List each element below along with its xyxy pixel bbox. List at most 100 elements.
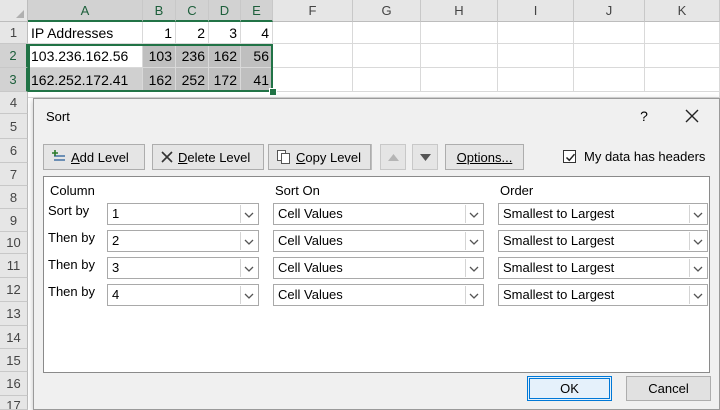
column-select[interactable]: 1	[107, 203, 259, 225]
sort-on-select[interactable]: Cell Values	[273, 284, 484, 306]
dropdown-button[interactable]	[689, 259, 706, 277]
row-header-11[interactable]: 11	[0, 254, 28, 278]
row-header-12[interactable]: 12	[0, 278, 28, 302]
grid-cell[interactable]	[273, 44, 353, 68]
column-header-c[interactable]: C	[176, 0, 209, 22]
column-header-g[interactable]: G	[353, 0, 421, 22]
options-button[interactable]: Options...	[445, 144, 524, 170]
row-header-17[interactable]: 17	[0, 396, 28, 410]
grid-cell[interactable]	[498, 22, 574, 44]
order-select-value: Smallest to Largest	[503, 206, 615, 221]
column-header-e[interactable]: E	[241, 0, 273, 22]
order-select[interactable]: Smallest to Largest	[498, 230, 708, 252]
grid-cell[interactable]	[273, 22, 353, 44]
cell-c1[interactable]: 2	[176, 22, 209, 44]
grid-cell[interactable]	[645, 44, 720, 68]
row-header-2[interactable]: 2	[0, 44, 28, 68]
cell-b3[interactable]: 162	[143, 68, 176, 92]
column-header-f[interactable]: F	[273, 0, 353, 22]
cell-b2[interactable]: 103	[143, 44, 176, 68]
row-header-15[interactable]: 15	[0, 349, 28, 372]
ok-button[interactable]: OK	[527, 376, 612, 401]
row-header-13[interactable]: 13	[0, 302, 28, 326]
grid-cell[interactable]	[498, 44, 574, 68]
dropdown-button[interactable]	[240, 286, 257, 304]
dropdown-button[interactable]	[689, 286, 706, 304]
cell-d1[interactable]: 3	[209, 22, 241, 44]
row-header-4[interactable]: 4	[0, 92, 28, 114]
sort-on-select[interactable]: Cell Values	[273, 257, 484, 279]
cell-e2[interactable]: 56	[241, 44, 273, 68]
add-level-button[interactable]: Add Level	[43, 144, 145, 170]
dropdown-button[interactable]	[240, 205, 257, 223]
my-data-has-headers-checkbox[interactable]: My data has headers	[563, 149, 705, 164]
cell-e1[interactable]: 4	[241, 22, 273, 44]
copy-level-button[interactable]: Copy Level	[268, 144, 371, 170]
column-header-sort-on: Sort On	[275, 183, 320, 198]
row-header-9[interactable]: 9	[0, 209, 28, 232]
grid-cell[interactable]	[574, 44, 645, 68]
column-header-k[interactable]: K	[645, 0, 720, 22]
dropdown-button[interactable]	[465, 259, 482, 277]
grid-cell[interactable]	[273, 68, 353, 92]
cell-a3[interactable]: 162.252.172.41	[28, 68, 143, 92]
move-up-button[interactable]	[380, 144, 406, 170]
row-header-5[interactable]: 5	[0, 114, 28, 139]
grid-cell[interactable]	[353, 44, 421, 68]
row-header-6[interactable]: 6	[0, 139, 28, 163]
row-header-10[interactable]: 10	[0, 232, 28, 254]
column-header-b[interactable]: B	[143, 0, 176, 22]
dropdown-button[interactable]	[465, 286, 482, 304]
cell-c2[interactable]: 236	[176, 44, 209, 68]
sort-on-select[interactable]: Cell Values	[273, 230, 484, 252]
cell-a2[interactable]: 103.236.162.56	[28, 44, 143, 68]
help-button[interactable]: ?	[632, 105, 656, 127]
checkbox-box[interactable]	[563, 150, 576, 163]
column-select[interactable]: 3	[107, 257, 259, 279]
grid-cell[interactable]	[645, 68, 720, 92]
close-button[interactable]	[678, 103, 706, 129]
order-select[interactable]: Smallest to Largest	[498, 284, 708, 306]
column-header-d[interactable]: D	[209, 0, 241, 22]
grid-cell[interactable]	[421, 44, 498, 68]
grid-cell[interactable]	[353, 22, 421, 44]
grid-cell[interactable]	[498, 68, 574, 92]
grid-cell[interactable]	[574, 68, 645, 92]
column-select[interactable]: 2	[107, 230, 259, 252]
row-header-14[interactable]: 14	[0, 326, 28, 349]
cell-c3[interactable]: 252	[176, 68, 209, 92]
dropdown-button[interactable]	[240, 259, 257, 277]
move-down-button[interactable]	[412, 144, 438, 170]
dropdown-button[interactable]	[689, 205, 706, 223]
sort-on-select[interactable]: Cell Values	[273, 203, 484, 225]
column-select[interactable]: 4	[107, 284, 259, 306]
fill-handle[interactable]	[269, 88, 277, 96]
dropdown-button[interactable]	[465, 232, 482, 250]
column-header-j[interactable]: J	[574, 0, 645, 22]
row-header-1[interactable]: 1	[0, 22, 28, 44]
cell-d3[interactable]: 172	[209, 68, 241, 92]
column-header-h[interactable]: H	[421, 0, 498, 22]
row-header-16[interactable]: 16	[0, 372, 28, 396]
row-header-8[interactable]: 8	[0, 186, 28, 209]
grid-cell[interactable]	[353, 68, 421, 92]
select-all-corner[interactable]	[0, 0, 28, 22]
dropdown-button[interactable]	[240, 232, 257, 250]
row-header-7[interactable]: 7	[0, 163, 28, 186]
cell-b1[interactable]: 1	[143, 22, 176, 44]
dropdown-button[interactable]	[465, 205, 482, 223]
column-header-a[interactable]: A	[28, 0, 143, 22]
row-header-3[interactable]: 3	[0, 68, 28, 92]
column-header-i[interactable]: I	[498, 0, 574, 22]
grid-cell[interactable]	[645, 22, 720, 44]
grid-cell[interactable]	[421, 68, 498, 92]
dropdown-button[interactable]	[689, 232, 706, 250]
delete-level-button[interactable]: Delete Level	[152, 144, 264, 170]
grid-cell[interactable]	[574, 22, 645, 44]
cell-d2[interactable]: 162	[209, 44, 241, 68]
grid-cell[interactable]	[421, 22, 498, 44]
order-select[interactable]: Smallest to Largest	[498, 203, 708, 225]
cancel-button[interactable]: Cancel	[626, 376, 711, 401]
order-select[interactable]: Smallest to Largest	[498, 257, 708, 279]
cell-a1[interactable]: IP Addresses	[28, 22, 143, 44]
